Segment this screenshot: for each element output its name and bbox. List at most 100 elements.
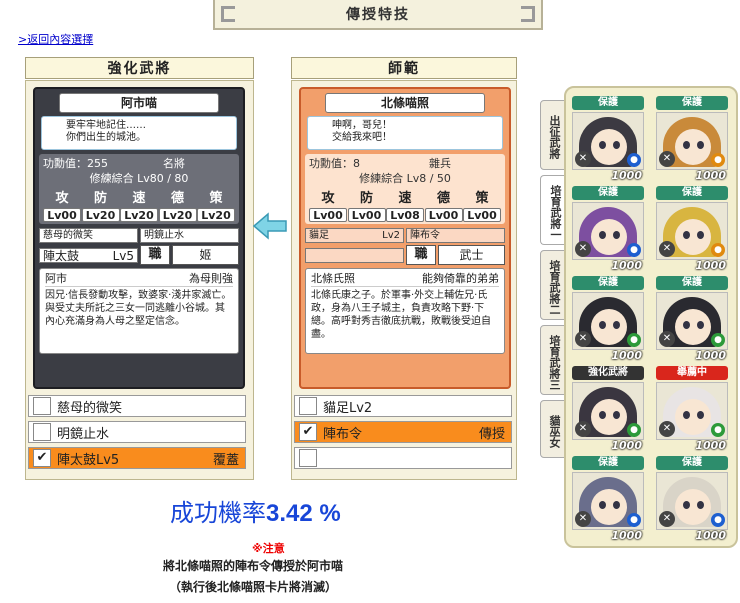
attr-defense: 防 Lv20 [81, 190, 120, 222]
card-skills: 慈母的微笑 明鏡止水 [39, 228, 239, 243]
general-card-thumb[interactable]: 保護 ✕ ● 1000 [572, 96, 644, 182]
thumb-value: 1000 [611, 349, 642, 362]
element-icon: ● [627, 243, 641, 257]
attr-virtue: 德 Lv20 [158, 190, 197, 222]
slot-checkbox[interactable]: ✔ [33, 449, 51, 467]
element-icon: ● [711, 153, 725, 167]
element-icon: ● [711, 243, 725, 257]
merit-label: 功勳值： [309, 157, 353, 170]
thumb-value: 1000 [695, 259, 726, 272]
sword-icon: ✕ [575, 511, 591, 527]
general-card-thumb[interactable]: 強化武將 ✕ ● 1000 [572, 366, 644, 452]
training-label: 修練綜合 [89, 172, 134, 185]
back-link[interactable]: >返回內容選擇 [18, 31, 93, 47]
card-quote-text: 要牢牢地記住…… 你們出生的城池。 [66, 120, 146, 143]
general-card-thumb[interactable]: 保護 ✕ ● 1000 [572, 186, 644, 272]
corner-ornament-right [521, 6, 535, 22]
general-portrait: ✕ ● [572, 112, 644, 170]
attr-speed: 速 Lv20 [120, 190, 158, 222]
corner-ornament-left [221, 6, 235, 22]
merit-value: 8 [353, 157, 360, 170]
job-label: 職 [140, 245, 170, 265]
rank-label: 名將 [163, 157, 185, 170]
slot-checkbox[interactable] [299, 397, 317, 415]
tab-training-3[interactable]: 培育武將三 [540, 325, 566, 395]
slot-checkbox[interactable]: ✔ [299, 423, 317, 441]
card-bio: 阿市 為母則強 因兄·信長發動攻擊，致婆家·淺井家滅亡。與受丈夫所託之三女一同逃離… [39, 268, 239, 354]
card-skill: 陣布令 [406, 228, 505, 243]
job-value: 姬 [172, 245, 239, 265]
slot-checkbox[interactable] [33, 397, 51, 415]
enhance-general-heading: 強化武將 [25, 57, 254, 79]
side-tabs: 出征武將 培育武將一 培育武將二 培育武將三 貓巫女 [540, 100, 566, 463]
sword-icon: ✕ [575, 421, 591, 437]
bio-text: 北條氏康之子。於軍事·外交上輔佐兄·氏政，身為八王子城主，負責攻略下野·下總。高… [311, 290, 491, 340]
card-skill: 貓足 Lv2 [305, 228, 404, 243]
success-rate-value: 3.42 % [266, 500, 341, 527]
card-stats: 功勳值：255 名將 修練綜合 Lv80 / 80 攻 Lv00 防 Lv20 速 Lv… [39, 154, 239, 224]
attr-speed: 速 Lv08 [386, 190, 424, 222]
card-stats: 功勳值：8 雜兵 修練綜合 Lv8 / 50 攻 Lv00 防 Lv00 速 Lv08 … [305, 154, 505, 224]
tab-deployed[interactable]: 出征武將 [540, 100, 566, 170]
card-quote: 要牢牢地記住…… 你們出生的城池。 [41, 116, 237, 150]
sword-icon: ✕ [575, 331, 591, 347]
general-portrait: ✕ ● [656, 292, 728, 350]
slot-checkbox[interactable] [33, 423, 51, 441]
attr-attack: 攻 Lv00 [309, 190, 347, 222]
general-portrait: ✕ ● [572, 202, 644, 260]
bio-name: 阿市 [45, 272, 67, 285]
general-portrait: ✕ ● [656, 382, 728, 440]
general-card-thumb[interactable]: 保護 ✕ ● 1000 [656, 186, 728, 272]
thumb-value: 1000 [611, 529, 642, 542]
bio-name: 北條氏照 [311, 272, 355, 285]
skill-slot[interactable]: 慈母的微笑 [28, 395, 246, 417]
skill-slot[interactable]: ✔ 陣布令 傳授 [294, 421, 512, 443]
thumb-value: 1000 [695, 439, 726, 452]
skill-slot[interactable]: 貓足Lv2 [294, 395, 512, 417]
general-card-thumb[interactable]: 保護 ✕ ● 1000 [656, 276, 728, 362]
thumb-status-badge: 強化武將 [572, 366, 644, 380]
rank-label: 雜兵 [429, 157, 451, 170]
transfer-arrow-icon [252, 212, 287, 240]
general-grid: 保護 ✕ ● 1000 保護 ✕ ● 1000 保護 ✕ ● 1000 保護 ✕ ● 1000 保護 ✕ ● 1000… [564, 86, 738, 548]
sword-icon: ✕ [659, 241, 675, 257]
attr-defense: 防 Lv00 [347, 190, 386, 222]
card-quote-text: 呻啊，哥兒！ 交給我來吧！ [332, 120, 392, 143]
card-skills: 貓足 Lv2 陣布令 [305, 228, 505, 243]
card-name: 北條喵照 [325, 93, 485, 113]
general-card-thumb[interactable]: 保護 ✕ ● 1000 [572, 276, 644, 362]
slot-checkbox[interactable] [299, 449, 317, 467]
general-portrait: ✕ ● [572, 472, 644, 530]
card-bio: 北條氏照 能夠倚靠的弟弟 北條氏康之子。於軍事·外交上輔佐兄·氏政，身為八王子城主… [305, 268, 505, 354]
skill-slot[interactable]: ✔ 陣太鼓Lv5 覆蓋 [28, 447, 246, 469]
element-icon: ● [627, 333, 641, 347]
general-portrait: ✕ ● [572, 292, 644, 350]
tab-shrine-maiden[interactable]: 貓巫女 [540, 400, 566, 458]
enhance-skill-slots: 慈母的微笑 明鏡止水 ✔ 陣太鼓Lv5 覆蓋 [28, 395, 246, 473]
card-quote: 呻啊，哥兒！ 交給我來吧！ [307, 116, 503, 150]
bio-tag: 能夠倚靠的弟弟 [422, 272, 499, 285]
thumb-status-badge: 保護 [656, 276, 728, 290]
card-name: 阿市喵 [59, 93, 219, 113]
general-card-thumb[interactable]: 舉薦中 ✕ ● 1000 [656, 366, 728, 452]
thumb-status-badge: 保護 [572, 186, 644, 200]
general-card-thumb[interactable]: 保護 ✕ ● 1000 [572, 456, 644, 542]
general-card-thumb[interactable]: 保護 ✕ ● 1000 [656, 96, 728, 182]
bio-text: 因兄·信長發動攻擊，致婆家·淺井家滅亡。與受丈夫所託之三女一同逃離小谷城。其內心… [45, 290, 232, 327]
card-skill: 明鏡止水 [140, 228, 239, 243]
element-icon: ● [711, 333, 725, 347]
skill-slot[interactable] [294, 447, 512, 469]
tab-training-1[interactable]: 培育武將一 [540, 175, 566, 245]
skill-slot[interactable]: 明鏡止水 [28, 421, 246, 443]
tab-training-2[interactable]: 培育武將二 [540, 250, 566, 320]
element-icon: ● [627, 153, 641, 167]
training-value: Lv80 / 80 [137, 172, 189, 185]
card-skill: 慈母的微笑 [39, 228, 138, 243]
page-title: 傳授特技 [346, 7, 410, 23]
element-icon: ● [711, 513, 725, 527]
thumb-status-badge: 保護 [572, 96, 644, 110]
merit-label: 功勳值： [43, 157, 87, 170]
general-card-thumb[interactable]: 保護 ✕ ● 1000 [656, 456, 728, 542]
thumb-value: 1000 [695, 349, 726, 362]
job-label: 職 [406, 245, 436, 265]
